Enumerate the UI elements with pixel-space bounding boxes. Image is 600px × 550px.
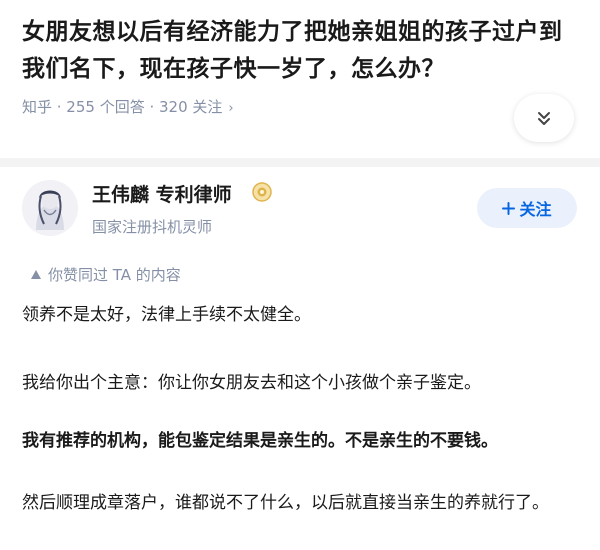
answer-paragraph: 然后顺理成章落户，谁都说不了什么，以后就直接当亲生的养就行了。 [22, 493, 549, 513]
author-description: 国家注册抖机灵师 [92, 218, 213, 236]
answer-paragraph-bold: 我有推荐的机构，能包鉴定结果是亲生的。不是亲生的不要钱。 [22, 431, 498, 451]
verified-badge-icon [252, 182, 272, 202]
upvote-triangle-icon [31, 270, 41, 279]
follow-label: 关注 [519, 200, 552, 219]
section-divider [0, 158, 600, 167]
plus-icon [502, 201, 516, 215]
expand-button[interactable] [514, 94, 574, 142]
avatar-illustration [22, 180, 78, 236]
author-avatar[interactable] [22, 180, 78, 236]
follow-button[interactable]: 关注 [477, 188, 577, 228]
voted-note: 你赞同过 TA 的内容 [30, 264, 181, 285]
chevron-right-icon: › [228, 101, 234, 116]
question-meta[interactable]: 知乎 · 255 个回答 · 320 关注 › [22, 96, 234, 117]
double-chevron-down-icon [538, 112, 550, 125]
question-meta-text: 知乎 · 255 个回答 · 320 关注 [22, 98, 223, 116]
answer-paragraph: 领养不是太好，法律上手续不太健全。 [22, 305, 311, 325]
answer-paragraph: 我给你出个主意：你让你女朋友去和这个小孩做个亲子鉴定。 [22, 373, 481, 393]
voted-note-text: 你赞同过 TA 的内容 [48, 266, 181, 284]
author-name[interactable]: 王伟麟 专利律师 [92, 180, 232, 207]
question-title[interactable]: 女朋友想以后有经济能力了把她亲姐姐的孩子过户到我们名下，现在孩子快一岁了，怎么办… [22, 14, 582, 88]
